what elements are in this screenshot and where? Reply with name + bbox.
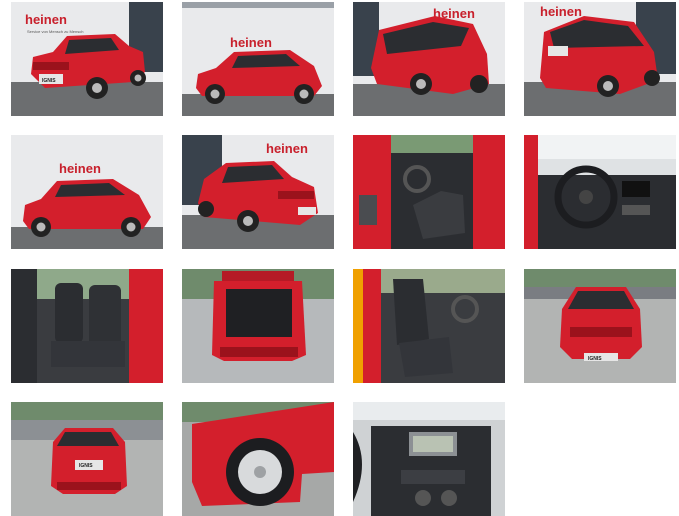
side-profile-left-photo: heinen (182, 2, 334, 116)
trunk-open-photo (182, 269, 334, 383)
rear-outdoor-photo: IGNIS (11, 402, 163, 516)
gallery-thumb-2[interactable]: heinen (182, 2, 334, 116)
gallery-thumb-14[interactable] (182, 402, 334, 516)
dashboard-steering-wheel-photo (524, 135, 676, 249)
model-badge: IGNIS (79, 463, 93, 469)
dealer-logo-text: heinen (540, 4, 582, 19)
dealer-logo-text: heinen (25, 12, 67, 27)
gallery-thumb-13[interactable]: IGNIS (11, 402, 163, 516)
dealer-logo-slogan: Service von Mensch zu Mensch (27, 29, 83, 34)
front-outdoor-photo: IGNIS (524, 269, 676, 383)
gallery-thumb-4[interactable]: heinen (524, 2, 676, 116)
front-three-quarter-left-photo: heinen Service von Mensch zu Mensch IGNI… (11, 2, 163, 116)
rear-seats-photo (11, 269, 163, 383)
gallery-thumb-5[interactable]: heinen (11, 135, 163, 249)
gallery-thumb-9[interactable] (11, 269, 163, 383)
gallery-thumb-6[interactable]: heinen (182, 135, 334, 249)
gallery-thumb-15[interactable] (353, 402, 505, 516)
side-profile-left-2-photo: heinen (11, 135, 163, 249)
photo-gallery: heinen Service von Mensch zu Mensch IGNI… (0, 0, 679, 516)
driver-door-open-interior-photo (353, 135, 505, 249)
gallery-thumb-10[interactable] (182, 269, 334, 383)
front-seats-photo (353, 269, 505, 383)
gallery-thumb-8[interactable] (524, 135, 676, 249)
dealer-logo-text: heinen (266, 141, 308, 156)
model-badge: IGNIS (588, 356, 602, 362)
gallery-thumb-3[interactable]: heinen (353, 2, 505, 116)
front-three-quarter-right-photo: heinen (182, 135, 334, 249)
dealer-logo-text: heinen (59, 161, 101, 176)
gallery-thumb-7[interactable] (353, 135, 505, 249)
gallery-thumb-12[interactable]: IGNIS (524, 269, 676, 383)
rear-three-quarter-right-photo: heinen (524, 2, 676, 116)
gallery-thumb-11[interactable] (353, 269, 505, 383)
rear-three-quarter-left-photo: heinen (353, 2, 505, 116)
dealer-logo-text: heinen (230, 35, 272, 50)
front-wheel-closeup-photo (182, 402, 334, 516)
center-console-closeup-photo (353, 402, 505, 516)
gallery-thumb-1[interactable]: heinen Service von Mensch zu Mensch IGNI… (11, 2, 163, 116)
model-badge: IGNIS (42, 78, 56, 84)
